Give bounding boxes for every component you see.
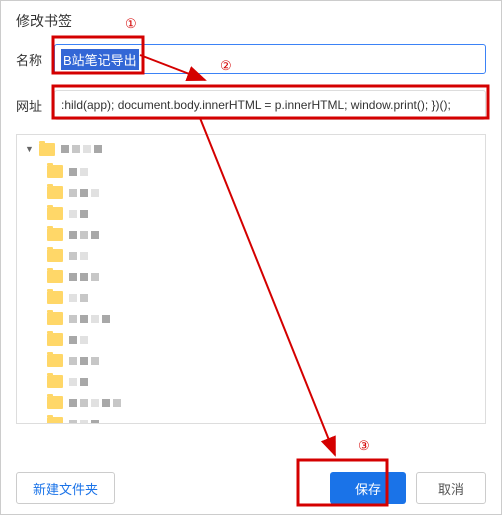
folder-icon [47,186,63,199]
folder-icon [47,417,63,424]
folder-icon [47,249,63,262]
tree-item[interactable] [47,308,477,329]
tree-item[interactable] [47,371,477,392]
item-label-blurred [69,420,99,425]
name-input-value: B站笔记导出 [61,49,139,70]
cancel-button[interactable]: 取消 [416,472,486,504]
url-row: 网址 :hild(app); document.body.innerHTML =… [1,82,501,128]
item-label-blurred [69,399,121,407]
folder-icon [47,375,63,388]
folder-icon [47,396,63,409]
item-label-blurred [69,273,99,281]
tree-item[interactable] [47,161,477,182]
folder-tree[interactable]: ▼ [16,134,486,424]
item-label-blurred [69,189,99,197]
root-label-blurred [61,145,102,153]
folder-icon [47,333,63,346]
tree-item[interactable] [47,329,477,350]
item-label-blurred [69,378,88,386]
edit-bookmark-dialog: 修改书签 名称 B站笔记导出 网址 :hild(app); document.b… [0,0,502,515]
item-label-blurred [69,294,88,302]
save-button[interactable]: 保存 [330,472,406,504]
tree-item[interactable] [47,224,477,245]
tree-item[interactable] [47,413,477,424]
folder-icon [47,354,63,367]
url-label: 网址 [16,96,54,115]
button-row: 新建文件夹 保存 取消 [1,472,501,504]
tree-item[interactable] [47,203,477,224]
item-label-blurred [69,210,88,218]
tree-item[interactable] [47,287,477,308]
url-input-value: :hild(app); document.body.innerHTML = p.… [61,98,451,112]
tree-item[interactable] [47,350,477,371]
disclosure-icon[interactable]: ▼ [25,144,35,154]
folder-icon [47,312,63,325]
name-label: 名称 [16,50,54,69]
tree-root-row[interactable]: ▼ [25,139,477,159]
item-label-blurred [69,252,88,260]
tree-item[interactable] [47,182,477,203]
url-input[interactable]: :hild(app); document.body.innerHTML = p.… [54,90,486,120]
tree-item[interactable] [47,266,477,287]
item-label-blurred [69,168,88,176]
folder-icon [39,143,55,156]
folder-icon [47,270,63,283]
tree-children [25,161,477,424]
item-label-blurred [69,336,88,344]
item-label-blurred [69,315,110,323]
tree-item[interactable] [47,392,477,413]
folder-icon [47,207,63,220]
dialog-title: 修改书签 [1,1,501,36]
item-label-blurred [69,231,99,239]
tree-item[interactable] [47,245,477,266]
name-input[interactable]: B站笔记导出 [54,44,486,74]
folder-icon [47,165,63,178]
folder-icon [47,291,63,304]
item-label-blurred [69,357,99,365]
name-row: 名称 B站笔记导出 [1,36,501,82]
new-folder-button[interactable]: 新建文件夹 [16,472,115,504]
folder-icon [47,228,63,241]
